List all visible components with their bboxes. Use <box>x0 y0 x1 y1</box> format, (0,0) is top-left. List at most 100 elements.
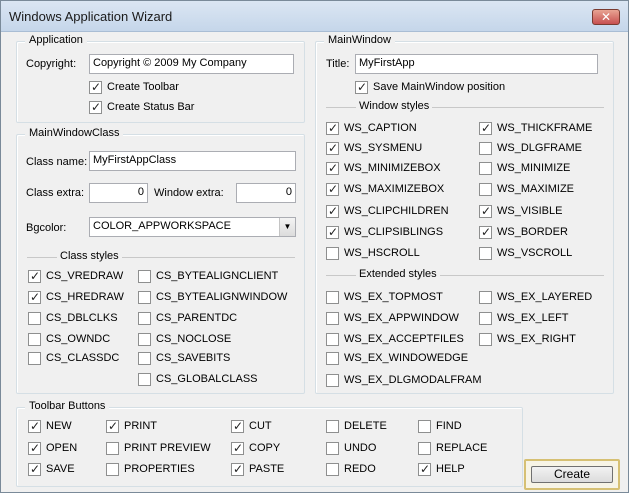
ws-checkbox-hscroll[interactable]: WS_HSCROLL <box>326 246 476 261</box>
wsex-checkbox-windowedge[interactable]: WS_EX_WINDOWEDGE <box>326 351 476 366</box>
wsex-checkbox-left[interactable]: WS_EX_LEFT <box>479 311 609 326</box>
checkbox-box: ✓ <box>28 462 41 476</box>
create-toolbar-checkbox[interactable]: ✓ Create Toolbar <box>89 80 229 95</box>
tb-checkbox-replace[interactable]: REPLACE <box>418 441 508 456</box>
style-checkbox-cs-bytealignclient[interactable]: CS_BYTEALIGNCLIENT <box>138 269 298 284</box>
tb-checkbox-cut[interactable]: ✓ CUT <box>231 419 311 434</box>
tb-checkbox-save[interactable]: ✓ SAVE <box>28 462 103 477</box>
style-checkbox-cs-parentdc[interactable]: CS_PARENTDC <box>138 311 298 326</box>
tb-checkbox-print-preview[interactable]: PRINT PREVIEW <box>106 441 226 456</box>
ws-checkbox-minimize[interactable]: WS_MINIMIZE <box>479 161 609 176</box>
checkbox-label: FIND <box>436 420 462 432</box>
windowextra-field[interactable]: 0 <box>236 183 296 203</box>
checkbox-label: WS_CLIPSIBLINGS <box>344 226 444 238</box>
checkbox-label: PRINT <box>124 420 157 432</box>
title-bar[interactable]: Windows Application Wizard ✕ <box>1 1 628 32</box>
wsex-checkbox-right[interactable]: WS_EX_RIGHT <box>479 332 609 347</box>
tb-checkbox-open[interactable]: ✓ OPEN <box>28 441 103 456</box>
classname-field[interactable]: MyFirstAppClass <box>89 151 296 171</box>
wizard-window: Windows Application Wizard ✕ Application… <box>0 0 629 493</box>
check-icon: ✓ <box>419 462 431 476</box>
checkbox-box <box>479 333 492 346</box>
ws-checkbox-caption[interactable]: ✓ WS_CAPTION <box>326 121 476 136</box>
style-checkbox-cs-savebits[interactable]: CS_SAVEBITS <box>138 351 298 366</box>
ws-checkbox-vscroll[interactable]: WS_VSCROLL <box>479 246 609 261</box>
checkbox-box <box>28 333 41 346</box>
tb-checkbox-redo[interactable]: REDO <box>326 462 406 477</box>
close-icon: ✕ <box>600 10 612 24</box>
checkbox-label: PASTE <box>249 463 285 475</box>
checkbox-box: ✓ <box>418 462 431 476</box>
save-position-checkbox[interactable]: ✓ Save MainWindow position <box>355 80 555 95</box>
ws-checkbox-border[interactable]: ✓ WS_BORDER <box>479 225 609 240</box>
chevron-down-icon[interactable]: ▼ <box>279 218 295 236</box>
check-icon: ✓ <box>107 419 119 433</box>
title-label: Title: <box>326 58 350 70</box>
ws-checkbox-sysmenu[interactable]: ✓ WS_SYSMENU <box>326 141 476 156</box>
mainwindowclass-legend: MainWindowClass <box>25 127 124 139</box>
ws-checkbox-clipchildren[interactable]: ✓ WS_CLIPCHILDREN <box>326 204 476 219</box>
wsex-checkbox-acceptfiles[interactable]: WS_EX_ACCEPTFILES <box>326 332 476 347</box>
ws-checkbox-visible[interactable]: ✓ WS_VISIBLE <box>479 204 609 219</box>
check-icon: ✓ <box>90 100 102 114</box>
tb-checkbox-delete[interactable]: DELETE <box>326 419 406 434</box>
ws-checkbox-maximize[interactable]: WS_MAXIMIZE <box>479 182 609 197</box>
style-checkbox-cs-dblclks[interactable]: CS_DBLCLKS <box>28 311 138 326</box>
checkbox-label: CS_NOCLOSE <box>156 333 232 345</box>
checkbox-box <box>326 333 339 346</box>
style-checkbox-cs-classdc[interactable]: CS_CLASSDC <box>28 351 138 366</box>
style-checkbox-cs-hredraw[interactable]: ✓ CS_HREDRAW <box>28 290 138 305</box>
classextra-field[interactable]: 0 <box>89 183 148 203</box>
wsex-checkbox-dlgmodalframe[interactable]: WS_EX_DLGMODALFRAM <box>326 373 496 388</box>
style-checkbox-cs-vredraw[interactable]: ✓ CS_VREDRAW <box>28 269 138 284</box>
tb-checkbox-find[interactable]: FIND <box>418 419 508 434</box>
check-icon: ✓ <box>29 462 41 476</box>
checkbox-box: ✓ <box>326 204 339 218</box>
tb-checkbox-properties[interactable]: PROPERTIES <box>106 462 226 477</box>
check-icon: ✓ <box>327 161 339 175</box>
copyright-field[interactable]: Copyright © 2009 My Company <box>89 54 294 74</box>
checkbox-box: ✓ <box>326 141 339 155</box>
tb-checkbox-new[interactable]: ✓ NEW <box>28 419 103 434</box>
tb-checkbox-print[interactable]: ✓ PRINT <box>106 419 226 434</box>
style-checkbox-cs-globalclass[interactable]: CS_GLOBALCLASS <box>138 372 298 387</box>
create-button[interactable]: Create <box>531 466 613 483</box>
checkbox-label: REDO <box>344 463 376 475</box>
wsex-checkbox-topmost[interactable]: WS_EX_TOPMOST <box>326 290 476 305</box>
application-group: Application Copyright: Copyright © 2009 … <box>16 34 305 123</box>
checkbox-label: Save MainWindow position <box>373 81 506 93</box>
checkbox-box: ✓ <box>28 419 41 433</box>
tb-checkbox-undo[interactable]: UNDO <box>326 441 406 456</box>
checkbox-box: ✓ <box>28 441 41 455</box>
checkbox-box <box>326 352 339 365</box>
checkbox-box <box>418 442 431 455</box>
copyright-label: Copyright: <box>26 58 77 70</box>
ws-checkbox-maximizebox[interactable]: ✓ WS_MAXIMIZEBOX <box>326 182 476 197</box>
checkbox-label: OPEN <box>46 442 78 454</box>
check-icon: ✓ <box>327 182 339 196</box>
checkbox-box <box>326 374 339 387</box>
wsex-checkbox-appwindow[interactable]: WS_EX_APPWINDOW <box>326 311 476 326</box>
checkbox-box <box>479 162 492 175</box>
tb-checkbox-copy[interactable]: ✓ COPY <box>231 441 311 456</box>
create-button-focus-frame[interactable]: Create <box>524 459 620 490</box>
check-icon: ✓ <box>232 419 244 433</box>
bgcolor-select[interactable]: COLOR_APPWORKSPACE ▼ <box>89 217 296 237</box>
ws-checkbox-clipsiblings[interactable]: ✓ WS_CLIPSIBLINGS <box>326 225 476 240</box>
toolbar-buttons-legend: Toolbar Buttons <box>25 400 110 412</box>
ws-checkbox-dlgframe[interactable]: WS_DLGFRAME <box>479 141 609 156</box>
close-button[interactable]: ✕ <box>592 9 620 25</box>
style-checkbox-cs-noclose[interactable]: CS_NOCLOSE <box>138 332 298 347</box>
wsex-checkbox-layered[interactable]: WS_EX_LAYERED <box>479 290 609 305</box>
style-checkbox-cs-owndc[interactable]: CS_OWNDC <box>28 332 138 347</box>
checkbox-label: REPLACE <box>436 442 488 454</box>
check-icon: ✓ <box>480 121 492 135</box>
tb-checkbox-help[interactable]: ✓ HELP <box>418 462 508 477</box>
tb-checkbox-paste[interactable]: ✓ PASTE <box>231 462 311 477</box>
classname-label: Class name: <box>26 156 88 168</box>
ws-checkbox-minimizebox[interactable]: ✓ WS_MINIMIZEBOX <box>326 161 476 176</box>
ws-checkbox-thickframe[interactable]: ✓ WS_THICKFRAME <box>479 121 609 136</box>
create-statusbar-checkbox[interactable]: ✓ Create Status Bar <box>89 100 229 115</box>
title-field[interactable]: MyFirstApp <box>355 54 598 74</box>
style-checkbox-cs-bytealignwindow[interactable]: CS_BYTEALIGNWINDOW <box>138 290 298 305</box>
